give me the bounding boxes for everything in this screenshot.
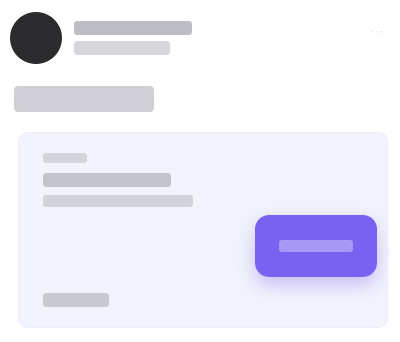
section-title [14,86,154,112]
more-horizontal-icon: ⋯ [370,22,384,39]
card-title [43,173,171,187]
card-label [43,153,87,163]
profile-panel: ⋯ [0,0,400,342]
highlight-card [18,132,388,328]
primary-action-label [279,240,353,252]
card-subtitle [43,195,193,207]
user-info [74,16,204,60]
card-footer-link[interactable] [43,293,109,307]
user-name [74,21,192,35]
primary-action-button[interactable] [255,215,377,277]
more-options-button[interactable]: ⋯ [366,20,388,42]
user-subtitle [74,41,170,55]
avatar[interactable] [10,12,62,64]
